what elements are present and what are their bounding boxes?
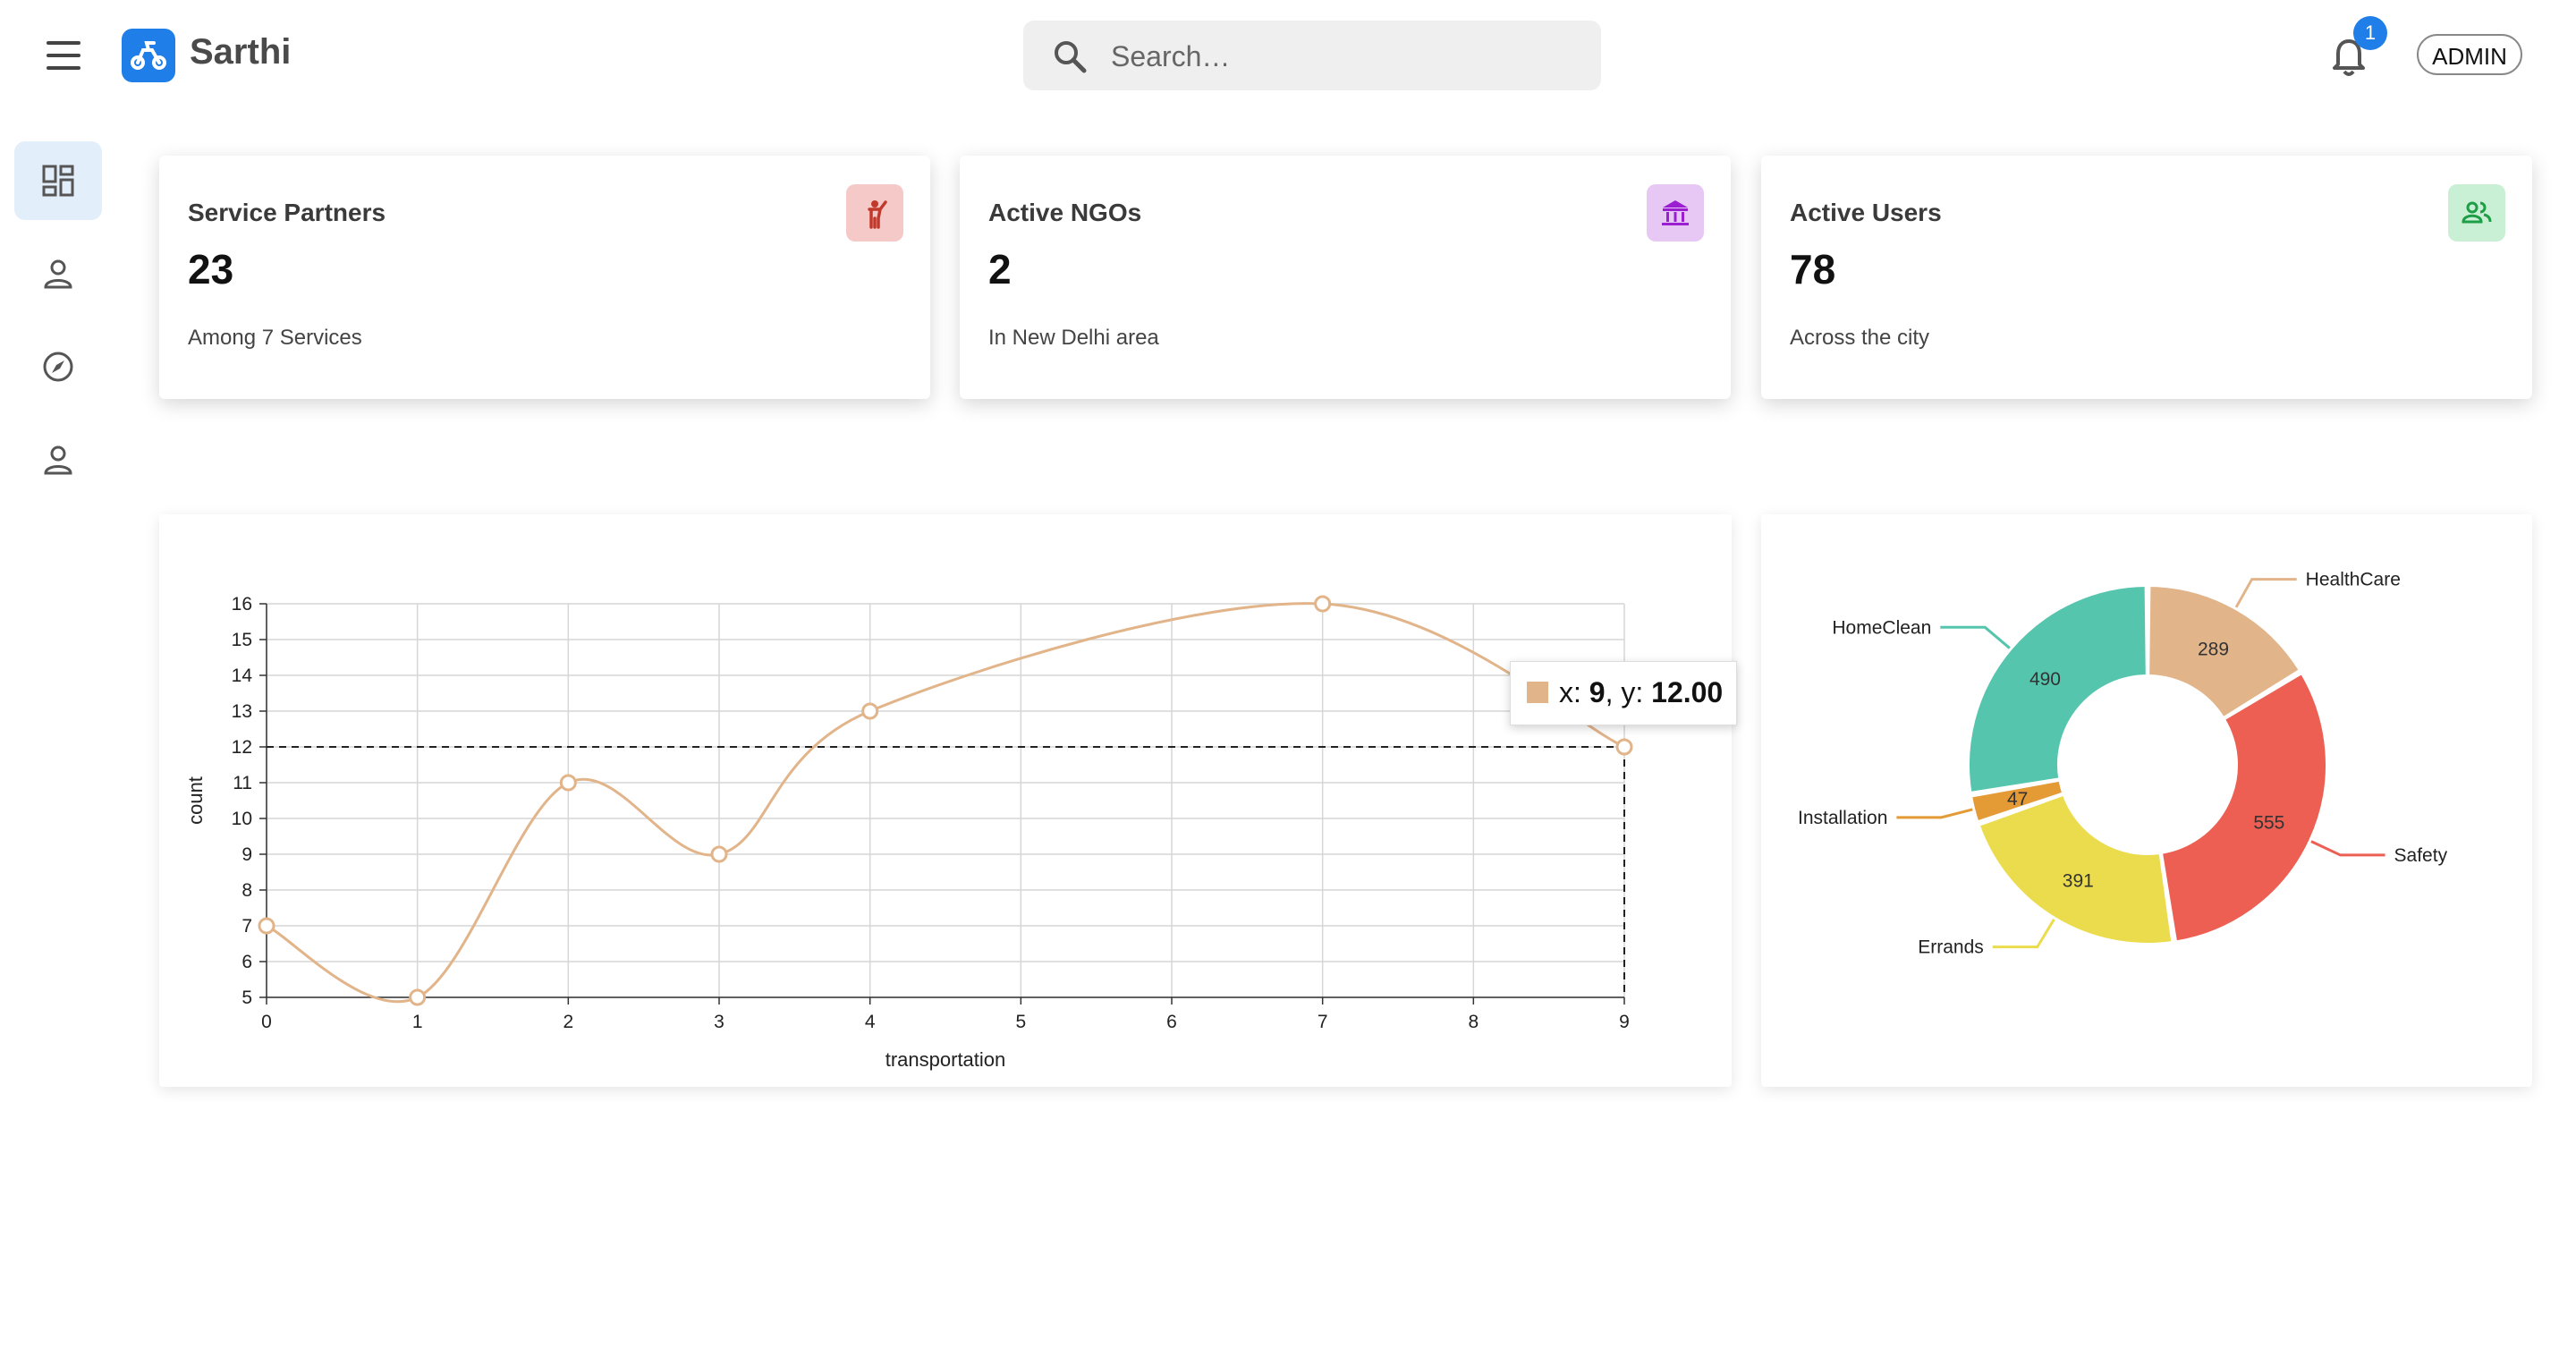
slice-leader-line bbox=[2310, 840, 2385, 857]
x-axis-label: transportation bbox=[886, 1048, 1006, 1071]
data-point[interactable] bbox=[409, 988, 427, 1006]
stat-title: Service Partners bbox=[188, 199, 386, 226]
data-point[interactable] bbox=[861, 702, 879, 720]
x-tick-label: 0 bbox=[261, 1012, 272, 1032]
x-tick-label: 1 bbox=[412, 1012, 423, 1032]
sidebar-item-profile[interactable] bbox=[14, 234, 102, 313]
x-tick-label: 9 bbox=[1619, 1012, 1630, 1032]
y-tick-label: 12 bbox=[232, 737, 252, 758]
donut-slice[interactable] bbox=[2161, 673, 2327, 943]
sidebar-item-dashboard[interactable] bbox=[14, 141, 102, 220]
slice-leader-line bbox=[2234, 578, 2297, 608]
stat-subtitle: Among 7 Services bbox=[188, 326, 362, 350]
sidebar bbox=[0, 111, 122, 1365]
tooltip-text: x: 9, y: 12.00 bbox=[1559, 676, 1724, 708]
stat-card-service-partners: Service Partners 23 Among 7 Services bbox=[159, 156, 930, 399]
y-tick-label: 13 bbox=[232, 701, 252, 722]
stat-value: 78 bbox=[1790, 246, 1836, 292]
slice-value-label: 555 bbox=[2253, 813, 2284, 834]
top-bar: Sarthi 1 ADMIN bbox=[0, 0, 2576, 111]
app-title: Sarthi bbox=[190, 32, 292, 72]
scooter-icon bbox=[131, 41, 166, 70]
donut-slice[interactable] bbox=[1978, 793, 2174, 945]
search-input[interactable] bbox=[1109, 21, 1578, 92]
slice-name-label: Installation bbox=[1798, 808, 1887, 828]
slice-leader-line bbox=[1896, 808, 1973, 819]
compass-icon bbox=[43, 352, 73, 382]
y-tick-label: 6 bbox=[242, 952, 252, 972]
data-point[interactable] bbox=[710, 845, 728, 863]
data-point[interactable] bbox=[1314, 595, 1332, 613]
stat-title: Active NGOs bbox=[988, 199, 1142, 226]
x-tick-label: 5 bbox=[1015, 1012, 1026, 1032]
y-tick-label: 9 bbox=[242, 844, 252, 865]
data-point[interactable] bbox=[1615, 738, 1633, 756]
users-icon bbox=[2448, 184, 2505, 242]
y-tick-label: 7 bbox=[242, 916, 252, 937]
x-tick-label: 8 bbox=[1468, 1012, 1479, 1032]
slice-value-label: 289 bbox=[2198, 639, 2229, 659]
institution-icon bbox=[1647, 184, 1704, 242]
person-icon bbox=[44, 259, 72, 289]
slice-value-label: 391 bbox=[2063, 870, 2094, 891]
stat-subtitle: Across the city bbox=[1790, 326, 1930, 350]
chart-tooltip: x: 9, y: 12.00 bbox=[1510, 661, 1737, 725]
y-tick-label: 5 bbox=[242, 988, 252, 1008]
y-tick-label: 11 bbox=[233, 773, 252, 793]
y-tick-label: 15 bbox=[232, 630, 252, 650]
stat-value: 2 bbox=[988, 246, 1012, 292]
line-chart: 56789101112131415160 1 2 3 4 5 6 7 8 9 transporta… bbox=[184, 594, 1633, 1071]
x-tick-label: 4 bbox=[865, 1012, 876, 1032]
donut-chart: 289 HealthCare 555 Safety 391 Errands 47 Instal… bbox=[1798, 570, 2448, 958]
x-tick-label: 2 bbox=[563, 1012, 573, 1032]
slice-name-label: HealthCare bbox=[2306, 570, 2401, 590]
x-tick-label: 7 bbox=[1318, 1012, 1328, 1032]
slice-name-label: Safety bbox=[2394, 845, 2448, 866]
y-tick-label: 16 bbox=[232, 594, 252, 615]
notification-badge: 1 bbox=[2353, 16, 2387, 50]
sidebar-item-explore[interactable] bbox=[14, 327, 102, 406]
user-menu-button[interactable]: ADMIN bbox=[2417, 34, 2522, 75]
slice-name-label: Errands bbox=[1918, 937, 1984, 958]
person-icon bbox=[44, 445, 72, 475]
line-series bbox=[266, 602, 1625, 1004]
y-tick-label: 10 bbox=[232, 809, 252, 829]
y-tick-label: 14 bbox=[232, 666, 253, 686]
stat-card-active-users: Active Users 78 Across the city bbox=[1761, 156, 2532, 399]
stat-card-active-ngos: Active NGOs 2 In New Delhi area bbox=[960, 156, 1731, 399]
stat-title: Active Users bbox=[1790, 199, 1942, 226]
x-tick-label: 6 bbox=[1166, 1012, 1177, 1032]
sidebar-item-users[interactable] bbox=[14, 420, 102, 499]
menu-icon[interactable] bbox=[41, 39, 88, 72]
search-bar[interactable] bbox=[1023, 21, 1601, 92]
data-point[interactable] bbox=[559, 774, 577, 792]
search-icon bbox=[1055, 41, 1087, 73]
y-tick-label: 8 bbox=[242, 880, 252, 901]
dashboard-icon bbox=[42, 165, 74, 197]
slice-name-label: HomeClean bbox=[1832, 617, 1931, 638]
tooltip-swatch bbox=[1527, 682, 1548, 703]
service-partner-icon bbox=[846, 184, 903, 242]
slice-value-label: 490 bbox=[2029, 669, 2061, 690]
slice-leader-line bbox=[1940, 625, 2011, 649]
slice-leader-line bbox=[1992, 919, 2055, 949]
slice-value-label: 47 bbox=[2007, 789, 2028, 810]
x-tick-label: 3 bbox=[714, 1012, 724, 1032]
y-axis-label: count bbox=[184, 776, 207, 825]
stat-value: 23 bbox=[188, 246, 234, 292]
stat-subtitle: In New Delhi area bbox=[988, 326, 1159, 350]
data-point[interactable] bbox=[258, 917, 275, 935]
app-logo bbox=[122, 29, 175, 82]
